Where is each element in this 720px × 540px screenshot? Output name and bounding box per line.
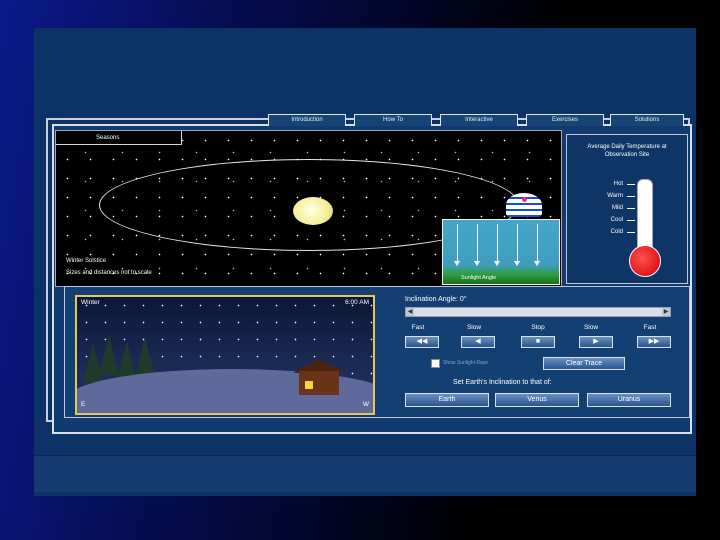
tab-interactive[interactable]: Interactive — [440, 114, 518, 126]
cabin-window — [305, 381, 313, 389]
level-hot: Hot — [613, 181, 623, 187]
direction-west: W — [362, 401, 369, 408]
direction-east: E — [81, 401, 86, 408]
pine-tree — [135, 337, 155, 377]
fast-forward-button[interactable]: ▶▶ — [637, 336, 671, 348]
orbit-caption-title: Winter Solstice — [66, 258, 107, 264]
stop-button[interactable]: ■ — [521, 336, 555, 348]
control-panel: Winter 6:00 AM E W Inclination Angle: 0°… — [64, 286, 690, 418]
sunlight-angle-label: Sunlight Angle — [461, 275, 497, 281]
pine-tree — [99, 335, 119, 375]
temperature-panel: Average Daily Temperature at Observation… — [566, 134, 688, 284]
tab-solutions[interactable]: Solutions — [610, 114, 684, 126]
uranus-button[interactable]: Uranus — [587, 393, 671, 407]
thermometer-tick — [627, 208, 635, 209]
speed-label-stop: Stop — [531, 324, 545, 331]
temperature-title: Average Daily Temperature at Observation… — [587, 144, 667, 158]
sunlight-ray — [514, 224, 520, 266]
sunlight-ray — [454, 224, 460, 266]
tab-how-to[interactable]: How To — [354, 114, 432, 126]
thermometer-tick — [627, 196, 635, 197]
thermometer-tick — [627, 232, 635, 233]
slide-footer-band — [34, 455, 696, 492]
panel-title: Seasons — [56, 131, 182, 145]
orbit-panel: Seasons Sunlight Angle Winter Solstice S… — [55, 130, 562, 287]
sun — [293, 197, 333, 225]
sunlight-angle-inset: Sunlight Angle — [442, 219, 560, 285]
speed-label-fast-forward: Fast — [643, 324, 657, 331]
show-sunlight-checkbox[interactable] — [431, 359, 440, 368]
speed-label-slow-forward: Slow — [583, 324, 599, 331]
clear-trace-button[interactable]: Clear Trace — [543, 357, 625, 370]
level-cold: Cold — [610, 229, 623, 235]
slow-reverse-button[interactable]: ◀ — [461, 336, 495, 348]
thermometer-tick — [627, 184, 635, 185]
horizon-view: Winter 6:00 AM E W — [75, 295, 375, 415]
slow-forward-button[interactable]: ▶ — [579, 336, 613, 348]
level-warm: Warm — [607, 193, 623, 199]
inclination-label: Inclination Angle: 0° — [405, 296, 467, 303]
slider-left-arrow-icon[interactable]: ◀ — [406, 308, 414, 316]
sunlight-ray — [534, 224, 540, 266]
thermometer-tick — [627, 220, 635, 221]
set-inclination-label: Set Earth's Inclination to that of: — [453, 379, 552, 386]
sunlight-ray — [494, 224, 500, 266]
observation-site-marker — [522, 197, 527, 202]
level-cool: Cool — [610, 217, 623, 223]
speed-label-fast-back: Fast — [411, 324, 425, 331]
season-label: Winter — [81, 299, 100, 306]
slider-right-arrow-icon[interactable]: ▶ — [662, 308, 670, 316]
time-label: 6:00 AM — [345, 299, 369, 306]
tab-exercises[interactable]: Exercises — [526, 114, 604, 126]
level-mild: Mild — [611, 205, 623, 211]
speed-label-slow-back: Slow — [466, 324, 482, 331]
orbit-caption-note: Sizes and distances not to scale — [66, 270, 152, 276]
venus-button[interactable]: Venus — [495, 393, 579, 407]
tab-introduction[interactable]: Introduction — [268, 114, 346, 126]
fast-reverse-button[interactable]: ◀◀ — [405, 336, 439, 348]
earth-button[interactable]: Earth — [405, 393, 489, 407]
inclination-slider[interactable]: ◀ ▶ — [405, 307, 671, 317]
thermometer-bulb — [629, 245, 661, 277]
show-sunlight-label: Show Sunlight Rays — [443, 360, 488, 366]
sunlight-ray — [474, 224, 480, 266]
